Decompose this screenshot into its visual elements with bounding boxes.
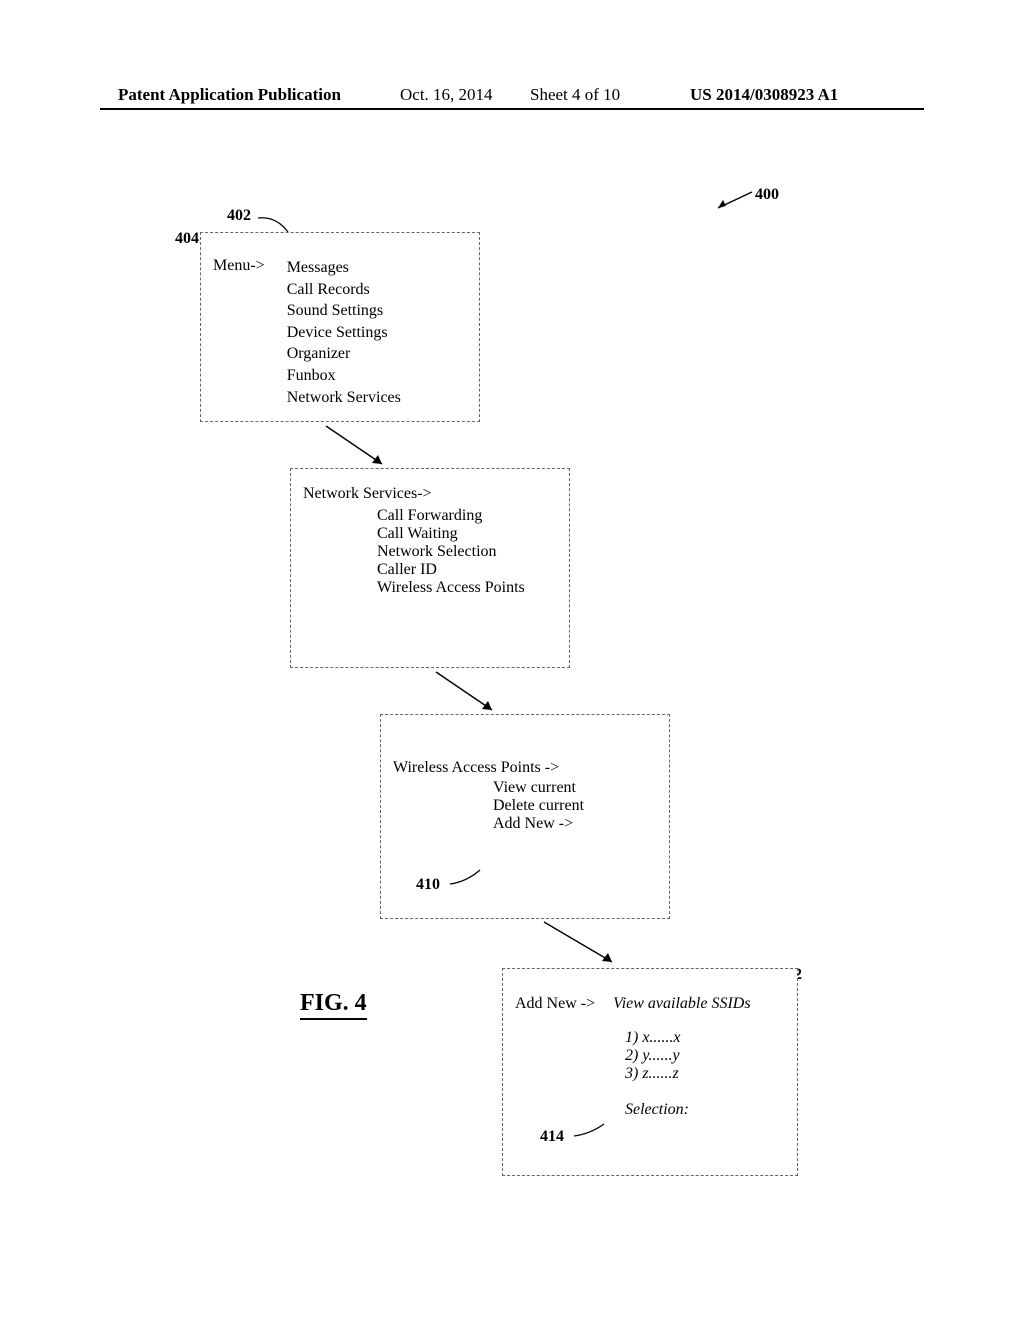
arrow-402-to-408 bbox=[320, 422, 400, 472]
ref-402: 402 bbox=[227, 207, 251, 225]
menu-item: Network Services bbox=[287, 387, 401, 409]
ns-items: Call Forwarding Call Waiting Network Sel… bbox=[377, 507, 557, 597]
header-rule bbox=[100, 108, 924, 110]
ssid-list: 1) x......x 2) y......y 3) z......z bbox=[625, 1029, 785, 1083]
selection-label: Selection: bbox=[625, 1101, 785, 1119]
ref-404: 404 bbox=[175, 230, 199, 248]
menu-item: Sound Settings bbox=[287, 300, 401, 322]
header-pubno: US 2014/0308923 A1 bbox=[690, 85, 838, 105]
menu-item: Messages bbox=[287, 257, 401, 279]
ns-item: Call Forwarding bbox=[377, 507, 557, 525]
menu-item: Funbox bbox=[287, 365, 401, 387]
menu-item: Organizer bbox=[287, 343, 401, 365]
menu-item: Device Settings bbox=[287, 322, 401, 344]
ns-item: Network Selection bbox=[377, 543, 557, 561]
ref-410: 410 bbox=[416, 876, 440, 894]
wap-item: Add New -> bbox=[493, 815, 657, 833]
header-sheet: Sheet 4 of 10 bbox=[530, 85, 620, 105]
wap-item: Delete current bbox=[493, 797, 657, 815]
ssid-item: 2) y......y bbox=[625, 1047, 785, 1065]
ref-410-leader bbox=[450, 870, 484, 888]
figure-caption: FIG. 4 bbox=[300, 990, 367, 1020]
ref-414: 414 bbox=[540, 1128, 564, 1146]
arrow-410-to-412 bbox=[540, 918, 630, 970]
ns-title: Network Services-> bbox=[303, 485, 557, 503]
ssid-item: 3) z......z bbox=[625, 1065, 785, 1083]
ns-item: Wireless Access Points bbox=[377, 579, 557, 597]
menu-item: Call Records bbox=[287, 279, 401, 301]
wap-item: View current bbox=[493, 779, 657, 797]
addnew-title: Add New -> bbox=[515, 995, 595, 1012]
ssid-item: 1) x......x bbox=[625, 1029, 785, 1047]
ref-400-arrow bbox=[712, 192, 752, 212]
ref-400: 400 bbox=[755, 186, 779, 204]
arrow-408-to-410 bbox=[430, 668, 510, 718]
addnew-subtitle: View available SSIDs bbox=[613, 995, 750, 1012]
menu-items: Messages Call Records Sound Settings Dev… bbox=[287, 257, 401, 408]
ns-item: Caller ID bbox=[377, 561, 557, 579]
header-date: Oct. 16, 2014 bbox=[400, 85, 493, 105]
box-menu-402: Menu-> Messages Call Records Sound Setti… bbox=[200, 232, 480, 422]
menu-title: Menu-> bbox=[213, 257, 265, 275]
wap-items: View current Delete current Add New -> bbox=[493, 779, 657, 833]
header-publication: Patent Application Publication bbox=[118, 85, 341, 105]
box-network-services-408: Network Services-> Call Forwarding Call … bbox=[290, 468, 570, 668]
wap-title: Wireless Access Points -> bbox=[393, 759, 657, 777]
ref-414-leader bbox=[574, 1122, 608, 1140]
ns-item: Call Waiting bbox=[377, 525, 557, 543]
